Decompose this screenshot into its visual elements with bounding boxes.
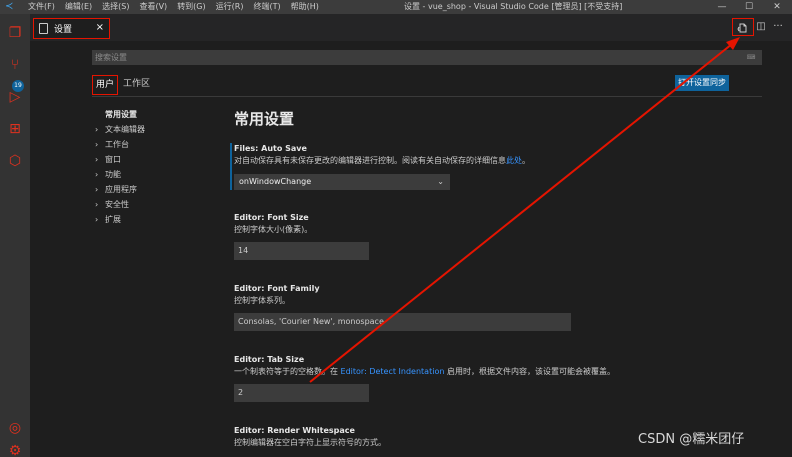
search-placeholder: 搜索设置: [95, 53, 127, 62]
search-actions-icon[interactable]: ⌨: [743, 53, 759, 62]
setting-title: Editor: Font Size: [234, 213, 309, 222]
split-editor-icon[interactable]: ◫: [754, 18, 768, 36]
setting-title: Editor: Tab Size: [234, 355, 305, 364]
setting-description: 对自动保存具有未保存更改的编辑器进行控制。阅读有关自动保存的详细信息此处。: [234, 156, 530, 165]
remote-icon[interactable]: ⬡: [6, 152, 24, 170]
chevron-right-icon: ›: [95, 140, 99, 149]
tab-settings[interactable]: 设置 ×: [33, 18, 110, 39]
tab-label: 设置: [54, 25, 73, 35]
menu-edit[interactable]: 编辑(E): [65, 2, 92, 12]
toc-item-extensions[interactable]: › 扩展: [95, 212, 145, 227]
settings-scope-tabs: 用户 工作区: [92, 75, 155, 95]
menu-bar: 文件(F) 编辑(E) 选择(S) 查看(V) 转到(G) 运行(R) 终端(T…: [28, 2, 319, 12]
settings-editor: 搜索设置 ⌨ 用户 工作区 打开设置同步 常用设置 › 文本编辑器 › 工作台 › 窗…: [30, 41, 792, 457]
menu-run[interactable]: 运行(R): [216, 2, 244, 12]
source-control-icon[interactable]: ⑂: [6, 56, 24, 74]
toc-item-workbench[interactable]: › 工作台: [95, 137, 145, 152]
toc-item-security[interactable]: › 安全性: [95, 197, 145, 212]
setting-tab-size: Editor: Tab Size 一个制表符等于的空格数。在 Editor: D…: [230, 354, 650, 402]
settings-sync-button[interactable]: 打开设置同步: [675, 75, 729, 91]
menu-view[interactable]: 查看(V): [139, 2, 167, 12]
toc-item-features[interactable]: › 功能: [95, 167, 145, 182]
setting-description: 一个制表符等于的空格数。在 Editor: Detect Indentation…: [234, 367, 615, 376]
tab-size-input[interactable]: 2: [234, 384, 369, 402]
setting-description: 控制字体系列。: [234, 296, 290, 305]
setting-title: Editor: Font Family: [234, 284, 320, 293]
maximize-button[interactable]: ☐: [735, 0, 763, 14]
chevron-right-icon: ›: [95, 215, 99, 224]
menu-go[interactable]: 转到(G): [177, 2, 205, 12]
setting-description: 控制编辑器在空白字符上显示符号的方式。: [234, 438, 386, 447]
watermark: CSDN @糯米团仔: [638, 432, 745, 447]
toc-item-common[interactable]: 常用设置: [95, 107, 145, 122]
auto-save-select[interactable]: onWindowChange ⌄: [234, 174, 450, 190]
font-size-input[interactable]: 14: [234, 242, 369, 260]
chevron-right-icon: ›: [95, 155, 99, 164]
chevron-down-icon: ⌄: [437, 177, 444, 186]
divider: [92, 96, 762, 97]
activity-bar: ❐ ⑂ 19 ▷ ⊞ ⬡ ◎ ⚙: [0, 14, 30, 457]
setting-auto-save: Files: Auto Save 对自动保存具有未保存更改的编辑器进行控制。阅读…: [230, 143, 650, 190]
settings-toc: 常用设置 › 文本编辑器 › 工作台 › 窗口 › 功能 › 应用程序 › 安全性 › 扩展: [95, 107, 145, 227]
setting-title: Files: Auto Save: [234, 144, 307, 153]
setting-font-family: Editor: Font Family 控制字体系列。 Consolas, 'C…: [230, 283, 650, 331]
run-debug-icon[interactable]: ▷: [6, 88, 24, 106]
setting-description: 控制字体大小(像素)。: [234, 225, 313, 234]
toc-item-window[interactable]: › 窗口: [95, 152, 145, 167]
open-settings-json-icon: [737, 23, 747, 33]
menu-help[interactable]: 帮助(H): [291, 2, 319, 12]
explorer-icon[interactable]: ❐: [6, 24, 24, 42]
chevron-right-icon: ›: [95, 170, 99, 179]
menu-terminal[interactable]: 终端(T): [253, 2, 280, 12]
setting-font-size: Editor: Font Size 控制字体大小(像素)。 14: [230, 212, 650, 260]
menu-file[interactable]: 文件(F): [28, 2, 55, 12]
toc-item-application[interactable]: › 应用程序: [95, 182, 145, 197]
manage-gear-icon[interactable]: ⚙: [6, 442, 24, 457]
menu-selection[interactable]: 选择(S): [102, 2, 129, 12]
auto-save-link[interactable]: 此处: [506, 156, 522, 165]
chevron-right-icon: ›: [95, 125, 99, 134]
font-family-input[interactable]: Consolas, 'Courier New', monospace: [234, 313, 571, 331]
close-window-button[interactable]: ✕: [763, 0, 791, 14]
setting-render-whitespace: Editor: Render Whitespace 控制编辑器在空白字符上显示符…: [230, 425, 650, 449]
tab-close-icon[interactable]: ×: [96, 22, 104, 33]
chevron-right-icon: ›: [95, 200, 99, 209]
tab-workspace[interactable]: 工作区: [120, 75, 153, 95]
window-title: 设置 - vue_shop - Visual Studio Code [管理员]…: [404, 2, 623, 11]
vscode-logo-icon: ≺: [5, 1, 14, 12]
minimize-button[interactable]: —: [708, 0, 736, 14]
editor-tab-bar: 设置 × ◫ ···: [30, 14, 792, 41]
toc-item-text-editor[interactable]: › 文本编辑器: [95, 122, 145, 137]
account-icon[interactable]: ◎: [6, 419, 24, 437]
settings-group-title: 常用设置: [234, 110, 295, 128]
more-actions-icon[interactable]: ···: [770, 18, 786, 36]
chevron-right-icon: ›: [95, 185, 99, 194]
extensions-icon[interactable]: ⊞: [6, 120, 24, 138]
file-icon: [39, 23, 48, 34]
setting-title: Editor: Render Whitespace: [234, 426, 355, 435]
open-settings-json-button[interactable]: [732, 18, 754, 36]
title-bar: ≺ 文件(F) 编辑(E) 选择(S) 查看(V) 转到(G) 运行(R) 终端…: [0, 0, 792, 14]
tab-user[interactable]: 用户: [92, 75, 119, 95]
settings-search-input[interactable]: 搜索设置 ⌨: [92, 50, 762, 65]
detect-indentation-link[interactable]: Editor: Detect Indentation: [341, 367, 445, 376]
